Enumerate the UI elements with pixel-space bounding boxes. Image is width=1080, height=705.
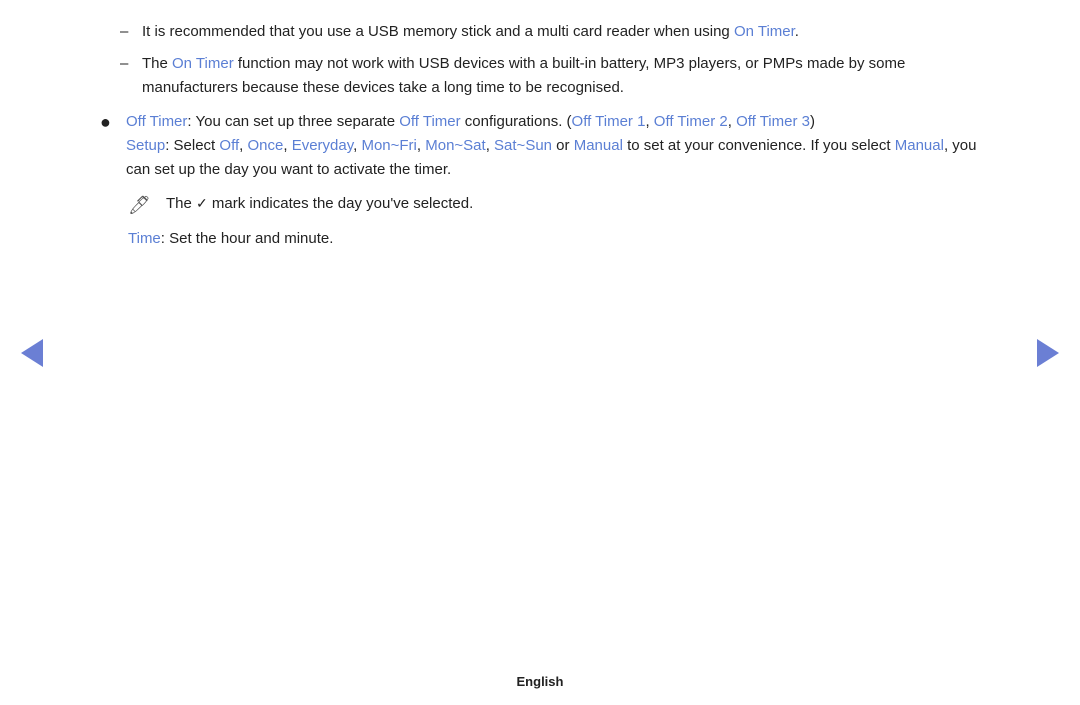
- bullet-dot: ●: [100, 110, 122, 135]
- time-line: Time: Set the hour and minute.: [128, 227, 980, 251]
- nav-arrow-right[interactable]: [1034, 339, 1062, 367]
- main-item-content: Off Timer: You can set up three separate…: [126, 110, 980, 251]
- opt-manual-1: Manual: [574, 137, 623, 154]
- time-label: Time: [128, 230, 161, 247]
- dash-1: –: [120, 20, 138, 44]
- sub-item-1: – It is recommended that you use a USB m…: [120, 20, 980, 44]
- paragraph-1: Off Timer: You can set up three separate…: [126, 113, 815, 130]
- opt-off: Off: [219, 137, 239, 154]
- dash-2: –: [120, 52, 138, 76]
- opt-mon-sat: Mon~Sat: [425, 137, 485, 154]
- opt-once: Once: [247, 137, 283, 154]
- left-arrow-icon: [21, 339, 43, 367]
- note-text: The ✓ mark indicates the day you've sele…: [166, 192, 473, 216]
- note-icon: 🖊: [128, 192, 160, 219]
- off-timer-3-link: Off Timer 3: [736, 113, 810, 130]
- note-block: 🖊 The ✓ mark indicates the day you've se…: [128, 192, 980, 219]
- opt-everyday: Everyday: [292, 137, 353, 154]
- main-item-off-timer: ● Off Timer: You can set up three separa…: [100, 110, 980, 251]
- off-timer-label: Off Timer: [126, 113, 187, 130]
- footer: English: [0, 674, 1080, 689]
- opt-sat-sun: Sat~Sun: [494, 137, 552, 154]
- off-timer-1-link: Off Timer 1: [572, 113, 646, 130]
- off-timer-2-link: Off Timer 2: [654, 113, 728, 130]
- right-arrow-icon: [1037, 339, 1059, 367]
- on-timer-link-1: On Timer: [734, 23, 795, 40]
- sub-item-2: – The On Timer function may not work wit…: [120, 52, 980, 100]
- setup-line: Setup: Select Off, Once, Everyday, Mon~F…: [126, 137, 976, 178]
- sub-item-1-text: It is recommended that you use a USB mem…: [142, 20, 980, 44]
- content-area: – It is recommended that you use a USB m…: [100, 20, 980, 645]
- opt-mon-fri: Mon~Fri: [361, 137, 416, 154]
- opt-manual-2: Manual: [895, 137, 944, 154]
- sub-bullet-list: – It is recommended that you use a USB m…: [120, 20, 980, 100]
- setup-label: Setup: [126, 137, 165, 154]
- off-timer-link-2: Off Timer: [399, 113, 460, 130]
- on-timer-link-2: On Timer: [172, 55, 234, 72]
- checkmark-icon: ✓: [196, 195, 208, 211]
- sub-item-2-text: The On Timer function may not work with …: [142, 52, 980, 100]
- nav-arrow-left[interactable]: [18, 339, 46, 367]
- footer-language: English: [517, 674, 564, 689]
